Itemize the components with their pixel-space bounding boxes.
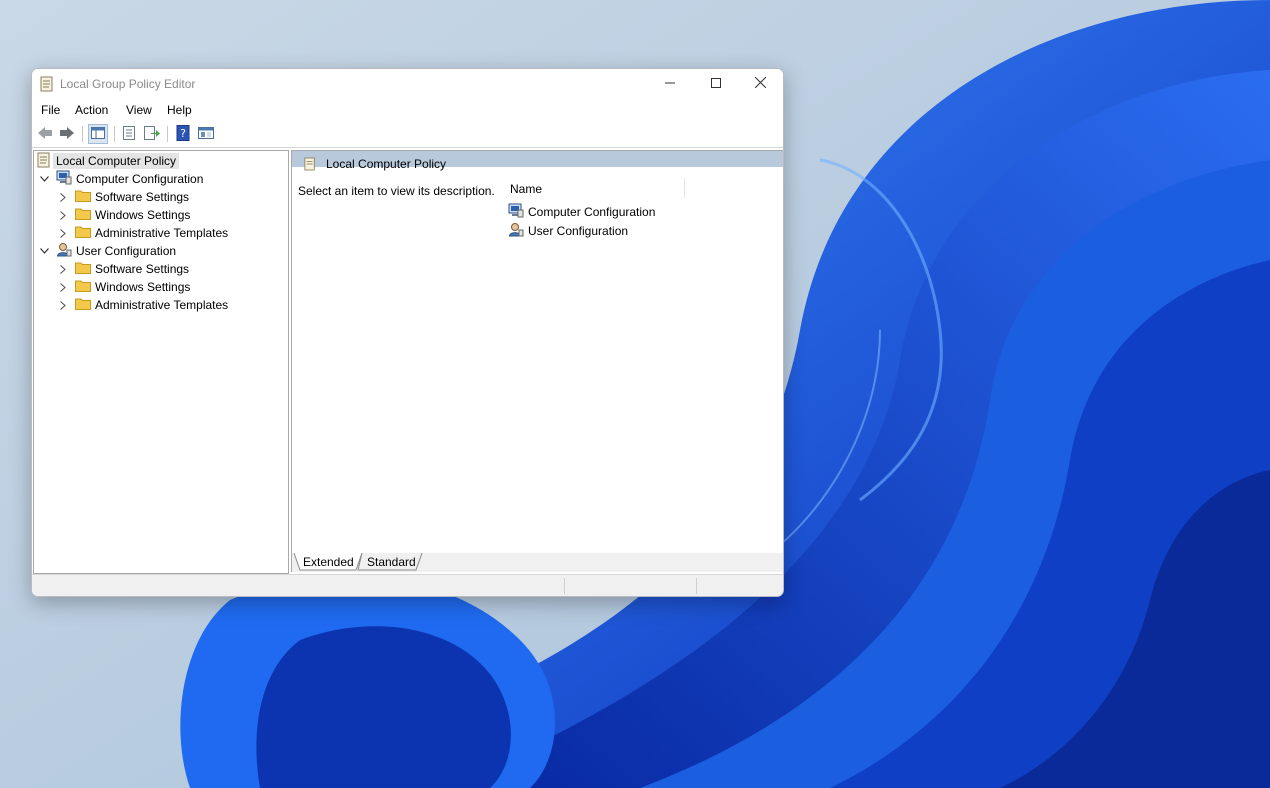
- maximize-icon: [711, 77, 721, 91]
- forward-arrow-icon: [59, 126, 75, 143]
- column-divider[interactable]: [684, 178, 685, 198]
- policy-document-icon: [304, 157, 316, 174]
- tree-item-label: Software Settings: [95, 190, 190, 204]
- description-text: Select an item to view its description.: [298, 184, 495, 198]
- column-header-name[interactable]: Name: [510, 182, 542, 196]
- folder-icon: [75, 261, 91, 277]
- user-icon: [508, 222, 524, 240]
- tree-item-label: Local Computer Policy: [53, 153, 180, 169]
- toolbar-separator: [114, 126, 115, 142]
- status-divider: [696, 578, 697, 594]
- tree-item-label: Administrative Templates: [95, 226, 229, 240]
- export-list-icon: [144, 125, 160, 143]
- tree-item-computer-administrative-templates[interactable]: Administrative Templates: [58, 224, 228, 242]
- tab-extended[interactable]: Extended: [303, 553, 354, 570]
- user-icon: [56, 242, 72, 260]
- header-notch: [495, 167, 783, 170]
- window-title: Local Group Policy Editor: [60, 77, 196, 91]
- properties-icon: [122, 125, 136, 143]
- tree-item-computer-software-settings[interactable]: Software Settings: [58, 188, 189, 206]
- policy-document-icon: [40, 76, 54, 95]
- policy-document-icon: [37, 152, 51, 171]
- computer-icon: [508, 203, 524, 221]
- toolbar-separator: [167, 126, 168, 142]
- menu-action[interactable]: Action: [75, 103, 108, 117]
- toolbar: ?: [32, 121, 783, 148]
- list-item-computer-configuration[interactable]: Computer Configuration: [508, 203, 655, 221]
- status-divider: [564, 578, 565, 594]
- menu-file[interactable]: File: [41, 103, 60, 117]
- chevron-right-icon[interactable]: [58, 264, 68, 274]
- export-list-button[interactable]: [142, 124, 162, 144]
- minimize-icon: [665, 77, 675, 91]
- details-header-title: Local Computer Policy: [326, 157, 447, 171]
- maximize-button[interactable]: [693, 69, 739, 99]
- computer-icon: [56, 170, 72, 188]
- group-policy-editor-window: Local Group Policy Editor File Action Vi…: [31, 68, 784, 597]
- folder-icon: [75, 225, 91, 241]
- details-header: Local Computer Policy: [292, 151, 783, 171]
- tree-item-label: Windows Settings: [95, 280, 191, 294]
- list-item-label: User Configuration: [528, 224, 629, 238]
- toolbar-separator: [82, 126, 83, 142]
- tree-item-local-computer-policy[interactable]: Local Computer Policy: [37, 152, 180, 171]
- navigation-tree[interactable]: Local Computer Policy Computer Configura…: [33, 150, 289, 574]
- menu-bar: File Action View Help: [32, 99, 783, 121]
- console-view-button[interactable]: [196, 124, 216, 144]
- chevron-right-icon[interactable]: [58, 300, 68, 310]
- minimize-button[interactable]: [647, 69, 693, 99]
- menu-view[interactable]: View: [126, 103, 152, 117]
- chevron-right-icon[interactable]: [58, 192, 68, 202]
- tree-item-user-administrative-templates[interactable]: Administrative Templates: [58, 296, 228, 314]
- close-button[interactable]: [737, 69, 783, 99]
- tree-item-label: Software Settings: [95, 262, 190, 276]
- tree-item-user-configuration[interactable]: User Configuration: [39, 242, 176, 260]
- back-button[interactable]: [35, 124, 55, 144]
- details-pane: Local Computer Policy Select an item to …: [291, 150, 783, 555]
- svg-text:?: ?: [180, 127, 186, 140]
- folder-icon: [75, 297, 91, 313]
- help-icon: ?: [176, 124, 190, 144]
- properties-button[interactable]: [119, 124, 139, 144]
- help-button[interactable]: ?: [173, 124, 193, 144]
- tree-item-label: User Configuration: [76, 244, 177, 258]
- chevron-down-icon[interactable]: [39, 174, 49, 184]
- folder-icon: [75, 279, 91, 295]
- chevron-right-icon[interactable]: [58, 210, 68, 220]
- folder-icon: [75, 207, 91, 223]
- console-view-icon: [198, 126, 214, 142]
- show-hide-tree-button[interactable]: [88, 124, 108, 144]
- tree-item-computer-configuration[interactable]: Computer Configuration: [39, 170, 203, 188]
- tree-item-user-windows-settings[interactable]: Windows Settings: [58, 278, 190, 296]
- status-bar: [32, 574, 783, 596]
- tree-item-label: Computer Configuration: [76, 172, 204, 186]
- tree-item-label: Windows Settings: [95, 208, 191, 222]
- show-hide-tree-icon: [91, 126, 105, 142]
- chevron-down-icon[interactable]: [39, 246, 49, 256]
- view-tabs: Extended Standard: [291, 553, 783, 572]
- close-icon: [754, 76, 766, 91]
- list-item-label: Computer Configuration: [528, 205, 656, 219]
- chevron-right-icon[interactable]: [58, 282, 68, 292]
- forward-button[interactable]: [57, 124, 77, 144]
- list-item-user-configuration[interactable]: User Configuration: [508, 222, 628, 240]
- tree-item-computer-windows-settings[interactable]: Windows Settings: [58, 206, 190, 224]
- tree-item-user-software-settings[interactable]: Software Settings: [58, 260, 189, 278]
- chevron-right-icon[interactable]: [58, 228, 68, 238]
- tree-item-label: Administrative Templates: [95, 298, 229, 312]
- tab-standard[interactable]: Standard: [367, 553, 416, 570]
- menu-help[interactable]: Help: [167, 103, 192, 117]
- folder-icon: [75, 189, 91, 205]
- title-bar[interactable]: Local Group Policy Editor: [32, 69, 783, 99]
- back-arrow-icon: [37, 126, 53, 143]
